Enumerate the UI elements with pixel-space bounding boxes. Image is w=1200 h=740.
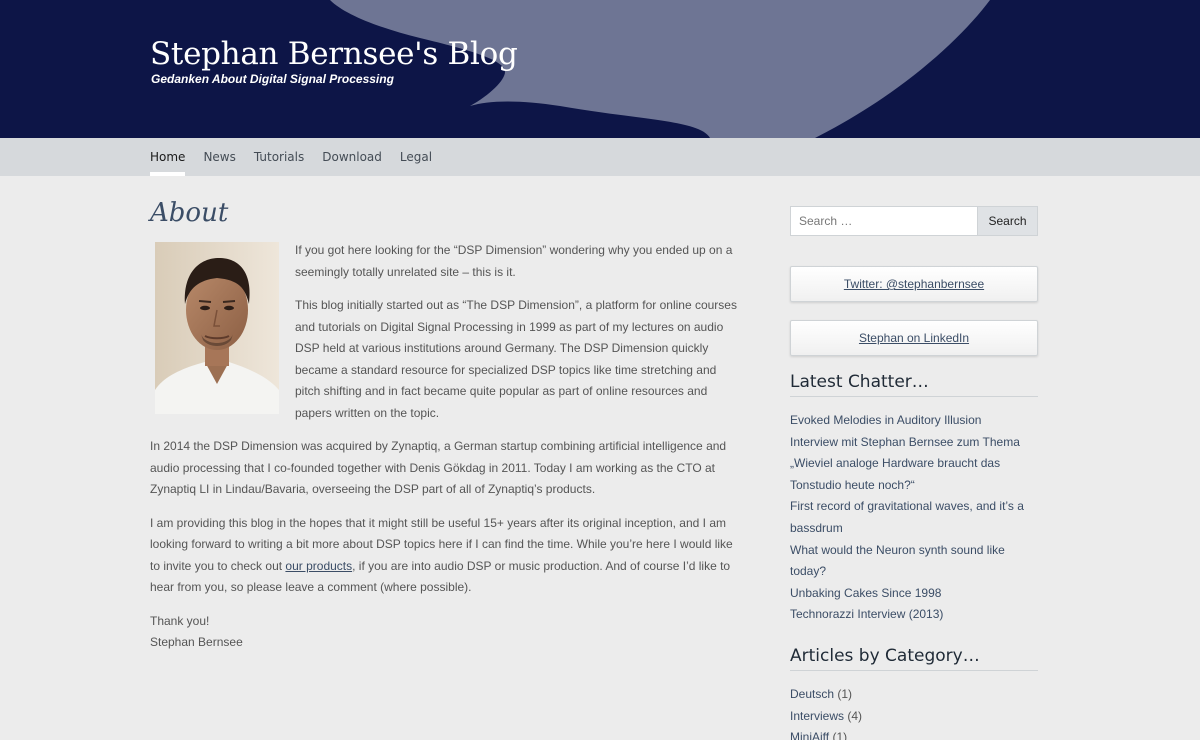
search-input[interactable] (790, 206, 978, 236)
category-count: (1) (837, 686, 853, 701)
latest-post-link[interactable]: What would the Neuron synth sound like t… (790, 543, 1005, 579)
nav-link-tutorials[interactable]: Tutorials (254, 138, 304, 177)
site-title[interactable]: Stephan Bernsee's Blog (150, 36, 518, 72)
about-paragraph-3: In 2014 the DSP Dimension was acquired b… (150, 439, 727, 496)
nav-item-news[interactable]: News (203, 138, 235, 176)
category-link[interactable]: Interviews (790, 709, 844, 723)
our-products-link[interactable]: our products (285, 559, 352, 573)
list-item: First record of gravitational waves, and… (790, 496, 1038, 539)
nav-link-news[interactable]: News (203, 138, 235, 177)
closing: Thank you! Stephan Bernsee (150, 611, 742, 654)
list-item: Interview mit Stephan Bernsee zum Thema … (790, 432, 1038, 497)
signature-text: Stephan Bernsee (150, 635, 243, 649)
list-item: Deutsch (1) (790, 684, 1038, 706)
category-link[interactable]: Deutsch (790, 687, 834, 701)
main-navigation: Home News Tutorials Download Legal (0, 138, 1200, 176)
site-tagline: Gedanken About Digital Signal Processing (151, 72, 394, 86)
twitter-button[interactable]: Twitter: @stephanbernsee (790, 266, 1038, 302)
author-portrait-image (155, 242, 279, 414)
list-item: Interviews (4) (790, 706, 1038, 728)
sidebar: Search Twitter: @stephanbernsee Stephan … (790, 206, 1038, 740)
nav-link-download[interactable]: Download (322, 138, 382, 177)
site-header: Stephan Bernsee's Blog Gedanken About Di… (0, 0, 1200, 138)
author-portrait (155, 242, 279, 414)
latest-post-link[interactable]: First record of gravitational waves, and… (790, 499, 1024, 535)
list-item: Unbaking Cakes Since 1998 (790, 583, 1038, 605)
list-item: What would the Neuron synth sound like t… (790, 540, 1038, 583)
category-link[interactable]: MiniAiff (790, 730, 829, 740)
nav-item-home[interactable]: Home (150, 138, 186, 177)
page-title: About (150, 198, 229, 228)
nav-link-legal[interactable]: Legal (400, 138, 432, 177)
nav-item-legal[interactable]: Legal (400, 138, 432, 176)
categories-widget: Articles by Category… Deutsch (1) Interv… (790, 646, 1038, 740)
nav-link-home[interactable]: Home (150, 138, 185, 177)
linkedin-button[interactable]: Stephan on LinkedIn (790, 320, 1038, 356)
main-content: About If you got here looking for the “D… (150, 196, 742, 666)
latest-chatter-title: Latest Chatter… (790, 372, 1038, 397)
thanks-text: Thank you! (150, 613, 210, 628)
list-item: MiniAiff (1) (790, 727, 1038, 740)
about-paragraph-4: I am providing this blog in the hopes th… (150, 513, 742, 599)
search-form: Search (790, 206, 1038, 236)
nav-item-tutorials[interactable]: Tutorials (254, 138, 304, 176)
categories-title: Articles by Category… (790, 646, 1038, 671)
latest-post-link[interactable]: Technorazzi Interview (2013) (790, 607, 943, 621)
category-count: (1) (832, 730, 848, 740)
latest-chatter-widget: Latest Chatter… Evoked Melodies in Audit… (790, 372, 1038, 626)
latest-post-link[interactable]: Interview mit Stephan Bernsee zum Thema … (790, 435, 1020, 492)
latest-post-link[interactable]: Unbaking Cakes Since 1998 (790, 586, 941, 600)
search-button[interactable]: Search (978, 206, 1038, 236)
latest-post-link[interactable]: Evoked Melodies in Auditory Illusion (790, 413, 981, 427)
category-count: (4) (847, 708, 863, 723)
list-item: Technorazzi Interview (2013) (790, 604, 1038, 626)
nav-item-download[interactable]: Download (322, 138, 382, 176)
list-item: Evoked Melodies in Auditory Illusion (790, 410, 1038, 432)
